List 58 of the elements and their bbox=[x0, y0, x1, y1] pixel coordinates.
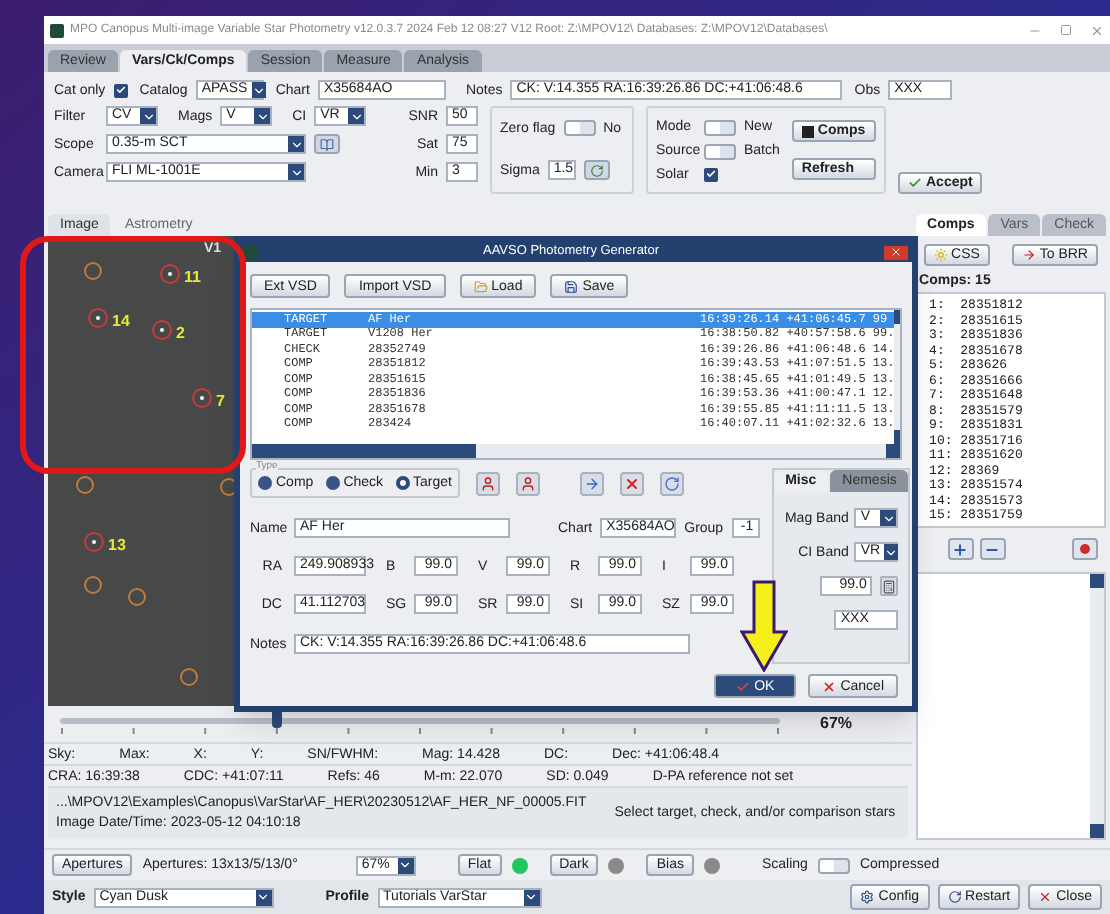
import-icon[interactable] bbox=[580, 471, 604, 495]
close-icon bbox=[1038, 890, 1053, 904]
add-button[interactable] bbox=[947, 538, 974, 560]
toggle-switch[interactable] bbox=[563, 120, 596, 136]
zoom-slider[interactable] bbox=[60, 712, 780, 736]
close-icon bbox=[822, 679, 837, 693]
restart-icon bbox=[947, 890, 962, 904]
save-icon bbox=[564, 279, 579, 293]
caret-icon bbox=[397, 857, 414, 873]
caret-icon bbox=[880, 510, 897, 526]
checkbox[interactable] bbox=[113, 83, 128, 97]
sun-icon bbox=[933, 248, 948, 262]
person-icon[interactable] bbox=[476, 471, 500, 495]
scrollbar[interactable] bbox=[894, 310, 900, 444]
arrow-icon bbox=[1021, 248, 1036, 262]
scrollbar[interactable] bbox=[1090, 574, 1104, 838]
close-icon bbox=[890, 246, 902, 258]
gear-icon bbox=[860, 890, 875, 904]
star-label: 11 bbox=[184, 270, 201, 286]
toggle-switch[interactable] bbox=[704, 119, 736, 135]
caret-icon bbox=[288, 136, 304, 152]
app-icon bbox=[50, 23, 64, 37]
slider-thumb[interactable] bbox=[272, 712, 282, 728]
calculator-icon[interactable] bbox=[880, 576, 899, 596]
app-icon bbox=[244, 245, 258, 259]
star-label: 7 bbox=[216, 394, 225, 410]
star-label: 14 bbox=[112, 314, 130, 330]
caret-icon bbox=[251, 82, 266, 98]
toggle-switch[interactable] bbox=[704, 143, 736, 159]
scrollbar[interactable] bbox=[252, 444, 900, 458]
notebook-icon[interactable] bbox=[314, 134, 340, 154]
close-button[interactable] bbox=[884, 245, 908, 259]
folder-icon bbox=[473, 279, 488, 293]
palette-icon[interactable] bbox=[1072, 538, 1098, 560]
zoom-reading: 67% bbox=[820, 716, 853, 732]
person-icon[interactable] bbox=[516, 471, 540, 495]
checkbox[interactable] bbox=[704, 167, 718, 181]
check-icon bbox=[736, 679, 751, 693]
star-label: 13 bbox=[108, 538, 126, 554]
checkmark-icon bbox=[908, 176, 922, 190]
maximize-icon[interactable] bbox=[1060, 24, 1072, 36]
refresh-icon[interactable] bbox=[583, 160, 610, 180]
caret-icon bbox=[523, 889, 540, 905]
caret-icon bbox=[254, 108, 271, 124]
caret-icon bbox=[288, 164, 304, 180]
annotation-arrow bbox=[740, 580, 788, 672]
refresh-icon[interactable] bbox=[660, 471, 684, 495]
caret-icon bbox=[348, 108, 365, 124]
caret-icon bbox=[140, 108, 156, 124]
caret-icon bbox=[255, 889, 272, 905]
star-chart-icon bbox=[801, 125, 814, 137]
star-label: 2 bbox=[176, 326, 185, 342]
delete-icon[interactable] bbox=[620, 471, 644, 495]
plus-icon bbox=[952, 541, 969, 557]
close-icon[interactable] bbox=[1090, 23, 1104, 37]
remove-button[interactable] bbox=[979, 538, 1006, 560]
toggle-switch[interactable] bbox=[817, 857, 850, 873]
caret-icon bbox=[884, 544, 899, 560]
